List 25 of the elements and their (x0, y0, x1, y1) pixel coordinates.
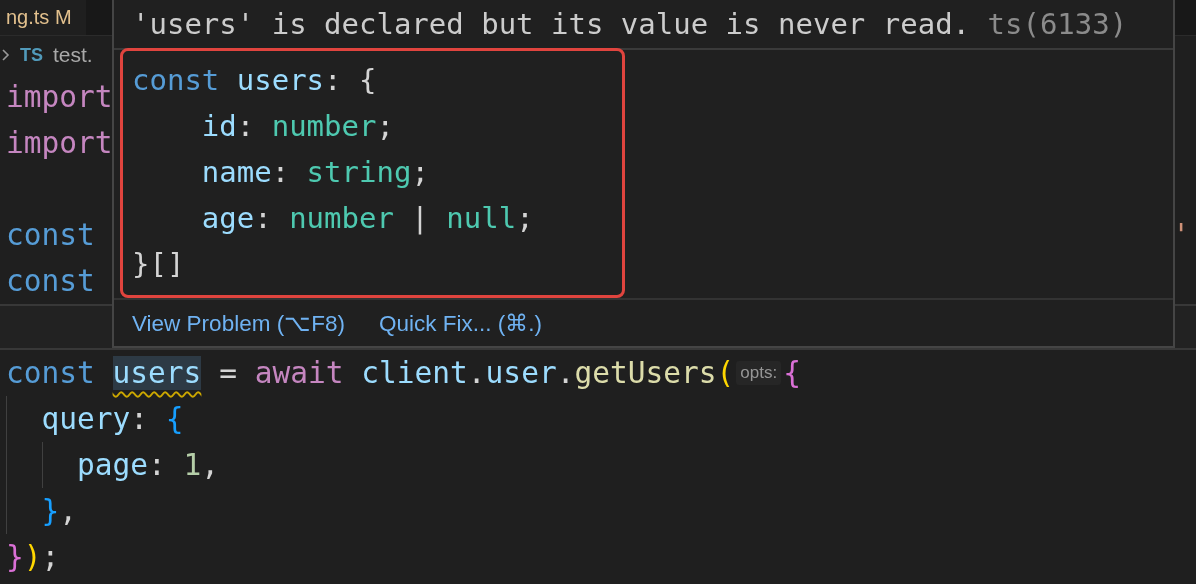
error-code: ts(6133) (987, 7, 1128, 41)
code-text: import (6, 126, 113, 160)
code-text: const users: { (132, 63, 377, 97)
code-text: const (6, 218, 95, 252)
chevron-icon (2, 49, 10, 61)
editor-tab[interactable]: ng.ts M (0, 0, 86, 35)
action-link[interactable]: View Problem (⌥F8) (132, 309, 345, 337)
code-text: import (6, 80, 113, 114)
code-text: const (6, 264, 95, 298)
action-link[interactable]: Quick Fix... (⌘.) (378, 309, 542, 337)
code-text: name: string; (200, 155, 429, 189)
code-text: }, (41, 494, 78, 528)
code-text: ' (1172, 218, 1190, 252)
typescript-file-icon: TS (20, 44, 43, 66)
code-text: }); (6, 540, 60, 574)
code-text: age: number | null; (200, 201, 534, 235)
code-text: query: { (41, 402, 184, 436)
inlay-hint: opts: (736, 361, 782, 385)
code-text: page: 1, (77, 448, 220, 482)
code-text: }[] (132, 247, 185, 281)
problem-message: 'users' is declared but its value is never read. (132, 7, 971, 41)
breadcrumb-file[interactable]: test. (53, 43, 93, 67)
code-text: id: number; (200, 109, 394, 143)
code-text: const users = await client.user.getUsers( (6, 356, 735, 390)
code-text: { (783, 356, 801, 390)
